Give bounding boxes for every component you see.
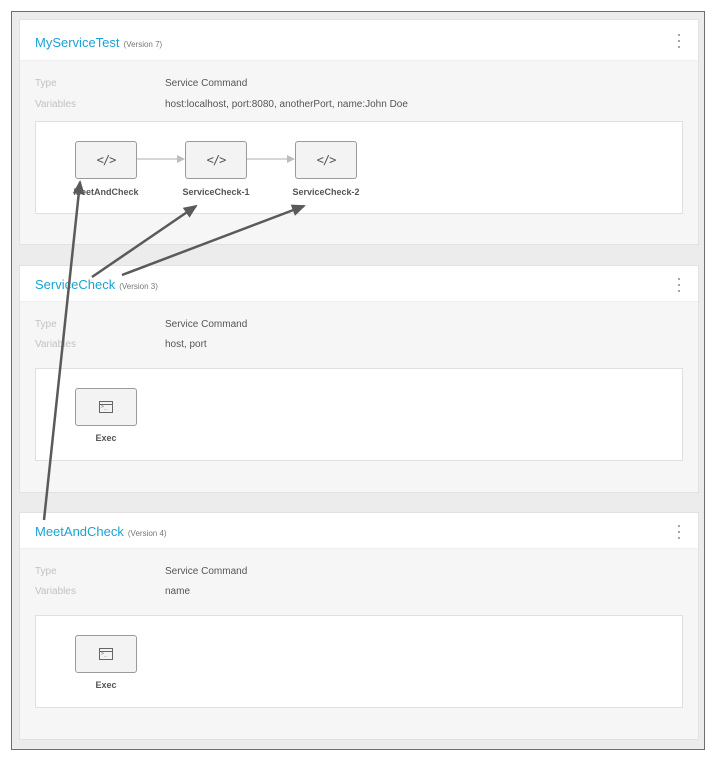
step-label: Exec	[95, 433, 117, 443]
type-value: Service Command	[165, 319, 248, 330]
terminal-icon	[99, 401, 113, 413]
command-card-servicecheck: ServiceCheck (Version 3) Type Service Com…	[19, 265, 699, 493]
variables-label: Variables	[35, 586, 76, 597]
step-label: MeetAndCheck	[73, 187, 139, 197]
card-header: MyServiceTest (Version 7)	[20, 20, 698, 61]
card-header: ServiceCheck (Version 3)	[20, 266, 698, 302]
command-name-link[interactable]: MyServiceTest	[35, 35, 120, 50]
command-flow: Exec	[35, 615, 683, 708]
command-name-link[interactable]: MeetAndCheck	[35, 524, 124, 539]
variables-label: Variables	[35, 339, 76, 350]
kebab-menu-icon[interactable]	[676, 278, 682, 292]
card-title: ServiceCheck (Version 3)	[35, 277, 158, 292]
step-label: ServiceCheck-2	[292, 187, 360, 197]
kebab-menu-icon[interactable]	[676, 34, 682, 48]
card-title: MyServiceTest (Version 7)	[35, 35, 162, 50]
variables-label: Variables	[35, 99, 76, 110]
type-label: Type	[35, 566, 57, 577]
step-label: Exec	[95, 680, 117, 690]
version-label: (Version 7)	[123, 40, 163, 49]
commands-panel: MyServiceTest (Version 7) Type Service Co…	[11, 11, 705, 750]
terminal-icon	[99, 648, 113, 660]
variables-value: name	[165, 586, 191, 597]
variables-value: host:localhost, port:8080, anotherPort, …	[165, 99, 408, 110]
command-card-meetandcheck: MeetAndCheck (Version 4) Type Service Com…	[19, 512, 699, 740]
type-value: Service Command	[165, 78, 248, 89]
kebab-menu-icon[interactable]	[676, 525, 682, 539]
step-servicecheck-2[interactable]: </>	[295, 141, 357, 179]
card-header: MeetAndCheck (Version 4)	[20, 513, 698, 549]
command-flow: </> MeetAndCheck </> ServiceCheck-1 </> …	[35, 121, 683, 214]
code-icon: </>	[206, 153, 227, 167]
type-value: Service Command	[165, 566, 248, 577]
type-label: Type	[35, 78, 57, 89]
card-title: MeetAndCheck (Version 4)	[35, 524, 167, 539]
version-label: (Version 4)	[127, 529, 167, 538]
code-icon: </>	[316, 153, 337, 167]
command-name-link[interactable]: ServiceCheck	[35, 277, 115, 292]
version-label: (Version 3)	[119, 282, 158, 291]
step-exec[interactable]	[75, 635, 137, 673]
command-card-myservicetest: MyServiceTest (Version 7) Type Service Co…	[19, 19, 699, 245]
step-label: ServiceCheck-1	[182, 187, 250, 197]
variables-value: host, port	[165, 339, 207, 350]
command-flow: Exec	[35, 368, 683, 461]
step-meetandcheck[interactable]: </>	[75, 141, 137, 179]
code-icon: </>	[96, 153, 117, 167]
step-servicecheck-1[interactable]: </>	[185, 141, 247, 179]
type-label: Type	[35, 319, 57, 330]
step-exec[interactable]	[75, 388, 137, 426]
